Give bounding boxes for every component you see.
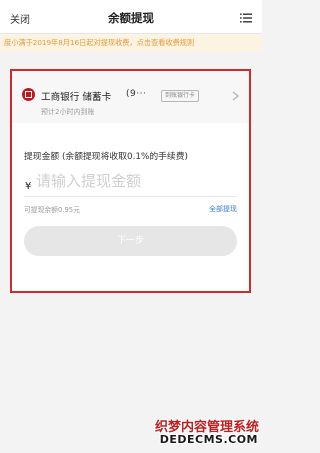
list-menu-icon[interactable] bbox=[240, 13, 252, 23]
watermark-domain: DEDECMS.COM bbox=[159, 433, 258, 446]
fee-notice-banner[interactable]: 度小满于2019年8月16日起对提现收费，点击查看收费规则 bbox=[0, 34, 262, 52]
highlight-frame bbox=[10, 69, 251, 293]
page-title: 余额提现 bbox=[108, 11, 154, 25]
withdraw-page: 关闭 余额提现 度小满于2019年8月16日起对提现收费，点击查看收费规则 工商… bbox=[0, 0, 262, 453]
header-bar: 关闭 余额提现 bbox=[0, 4, 262, 34]
